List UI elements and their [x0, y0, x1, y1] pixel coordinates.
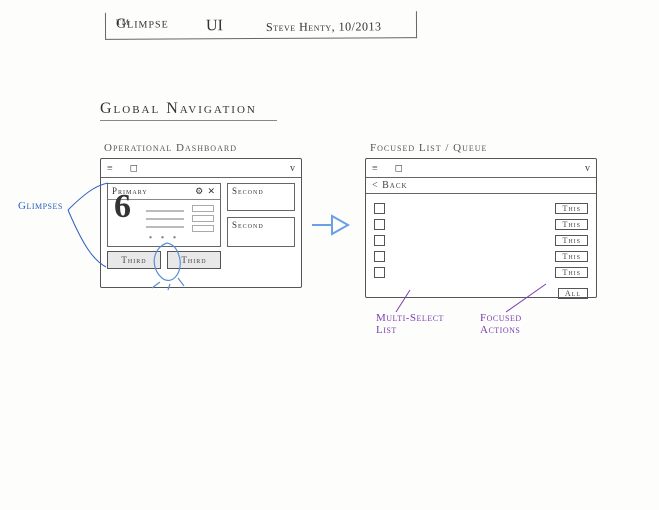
row-action-button[interactable]: This — [555, 203, 588, 214]
row-action-button[interactable]: This — [555, 251, 588, 262]
checkbox-icon[interactable] — [374, 267, 385, 278]
checkbox-icon[interactable] — [374, 235, 385, 246]
list-item[interactable]: This — [374, 232, 588, 248]
checkbox-icon[interactable] — [374, 203, 385, 214]
row-action-button[interactable]: This — [555, 219, 588, 230]
row-action-button[interactable]: This — [555, 235, 588, 246]
second-panel-b[interactable]: Second — [227, 217, 295, 247]
menu-icon[interactable]: ≡ ◻ — [107, 163, 142, 174]
pager-dots: • • • — [149, 233, 180, 244]
doc-title-box: GlimpseTM UI Steve Henty, 10/2013 — [105, 11, 417, 40]
annotation-focused-actions: Focused Actions — [480, 312, 550, 336]
checkbox-icon[interactable] — [374, 219, 385, 230]
third-panel-b[interactable]: Third — [167, 251, 221, 269]
second-b-label: Second — [228, 218, 294, 232]
row-action-button[interactable]: This — [555, 267, 588, 278]
list-item[interactable]: This — [374, 216, 588, 232]
bars-placeholder — [192, 202, 214, 235]
annotation-glimpses: Glimpses — [18, 200, 63, 212]
checkbox-icon[interactable] — [374, 251, 385, 262]
window-titlebar: ≡ ◻ v — [101, 159, 301, 178]
window-titlebar-2: ≡ ◻ v — [366, 159, 596, 178]
queue-list: This This This This This — [366, 194, 596, 286]
back-button[interactable]: < Back — [366, 178, 596, 194]
sparkline-placeholder — [146, 204, 184, 234]
section-title: Global Navigation — [100, 100, 257, 118]
primary-metric: 6 — [114, 188, 131, 226]
queue-frame: ≡ ◻ v < Back This This This This This Al… — [365, 158, 597, 298]
third-panel-a[interactable]: Third — [107, 251, 161, 269]
chevron-down-icon-2[interactable]: v — [585, 163, 590, 174]
primary-panel[interactable]: Primary ⚙ ✕ 6 • • • — [107, 183, 221, 247]
dashboard-caption: Operational Dashboard — [104, 142, 237, 154]
second-a-label: Second — [228, 184, 294, 198]
all-button[interactable]: All — [558, 288, 588, 299]
chevron-down-icon[interactable]: v — [290, 163, 295, 174]
annotation-multi-select: Multi-Select List — [376, 312, 456, 336]
second-panel-a[interactable]: Second — [227, 183, 295, 211]
list-item[interactable]: This — [374, 264, 588, 280]
product-name: GlimpseTM — [116, 18, 130, 36]
queue-caption: Focused List / Queue — [370, 142, 487, 154]
list-item[interactable]: This — [374, 248, 588, 264]
list-item[interactable]: This — [374, 200, 588, 216]
product-suffix: UI — [206, 17, 223, 35]
dashboard-frame: ≡ ◻ v Primary ⚙ ✕ 6 • • • Second Second … — [100, 158, 302, 288]
byline: Steve Henty, 10/2013 — [266, 19, 382, 35]
transition-arrow — [310, 210, 350, 240]
menu-icon-2[interactable]: ≡ ◻ — [372, 163, 407, 174]
panel-controls[interactable]: ⚙ ✕ — [191, 184, 220, 199]
